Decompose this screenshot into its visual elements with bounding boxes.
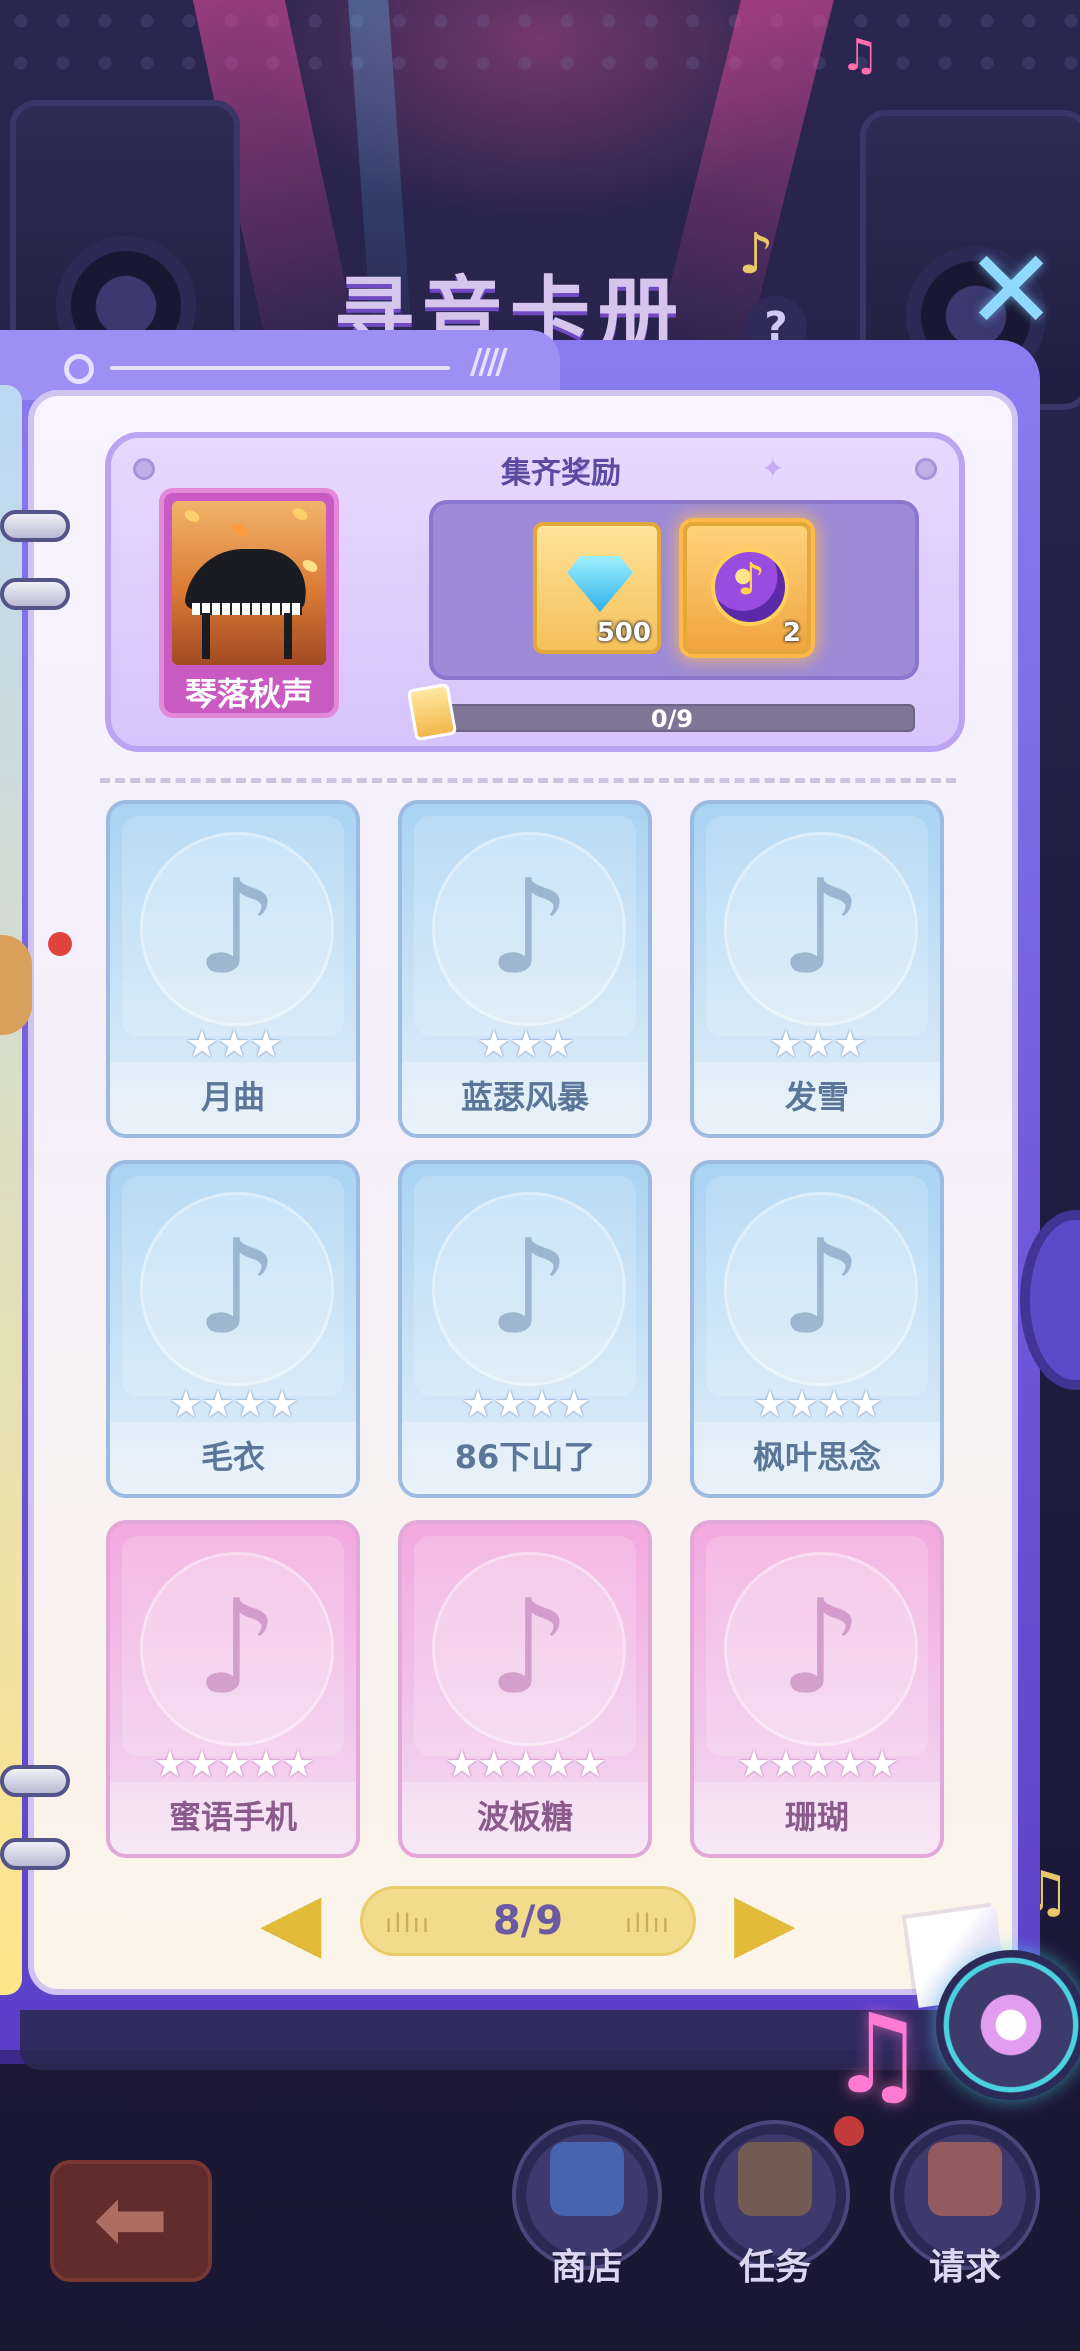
background-lights: [0, 0, 1080, 90]
star-rating: ★★★★: [168, 1382, 299, 1426]
star-rating: ★★★★: [752, 1382, 883, 1426]
sparkle-icon: ✦: [761, 452, 785, 485]
reward-count: 500: [596, 618, 651, 648]
song-card[interactable]: ♪ ★★★★★ 珊瑚: [690, 1520, 944, 1858]
music-note-icon: ♪: [487, 1211, 571, 1363]
tab-slash-decoration: ////: [470, 342, 508, 382]
star-rating: ★★★★★: [444, 1742, 607, 1786]
close-icon[interactable]: ✕: [965, 235, 1057, 345]
progress-text: 0/9: [650, 705, 694, 733]
shop-button[interactable]: 商店: [512, 2120, 662, 2288]
star-rating: ★★★: [184, 1022, 283, 1066]
card-name: 发雪: [784, 1078, 849, 1116]
reward-count: 2: [782, 618, 801, 648]
piano-artwork: [172, 501, 326, 665]
star-rating: ★★★★★: [152, 1742, 315, 1786]
previous-page-button[interactable]: ◀: [260, 1882, 322, 1962]
tab-line-decoration: [110, 366, 450, 370]
diamond-icon: [567, 556, 633, 612]
notification-dot: [834, 2116, 864, 2146]
music-note-icon: ♪: [487, 1571, 571, 1723]
card-name: 86下山了: [454, 1438, 596, 1476]
card-exchange-icon: [928, 2142, 1002, 2216]
card-name: 蓝瑟风暴: [460, 1078, 589, 1116]
album-title: 寻音卡册: [334, 268, 686, 361]
song-card[interactable]: ♪ ★★★ 发雪: [690, 800, 944, 1138]
star-rating: ★★★: [768, 1022, 867, 1066]
previous-page-edge: [0, 385, 22, 1995]
card-name: 珊瑚: [784, 1798, 849, 1836]
book-magnifier-icon: [738, 2142, 812, 2216]
tab-circle-decoration: [64, 354, 94, 384]
music-note-icon: ♪: [195, 1211, 279, 1363]
binder-ring: [0, 1838, 70, 1870]
song-card[interactable]: ♪ ★★★★ 枫叶思念: [690, 1160, 944, 1498]
binder-ring: [0, 510, 70, 542]
progress-bar: 0/9: [429, 704, 915, 732]
sound-wave-icon: ıllıı: [624, 1909, 671, 1939]
music-note-icon: ♫: [840, 30, 880, 81]
song-card[interactable]: ♪ ★★★★★ 蜜语手机: [106, 1520, 360, 1858]
music-note-icon: ♪: [779, 1211, 863, 1363]
back-button[interactable]: ⬅: [50, 2160, 212, 2282]
request-label: 请求: [928, 2247, 1001, 2288]
reward-title: 集齐奖励: [501, 456, 621, 491]
notification-dot: [48, 932, 72, 956]
music-note-icon: ♪: [779, 1571, 863, 1723]
music-note-icon: ♪: [487, 851, 571, 1003]
star-rating: ★★★★★: [736, 1742, 899, 1786]
reward-item-orb[interactable]: ♪ 2: [683, 522, 811, 654]
shop-label: 商店: [550, 2247, 623, 2288]
request-button[interactable]: 请求: [890, 2120, 1040, 2288]
music-note-icon: ♪: [738, 222, 774, 287]
song-card[interactable]: ♪ ★★★★ 毛衣: [106, 1160, 360, 1498]
binder-ring: [0, 578, 70, 610]
music-note-icon: ♪: [195, 1571, 279, 1723]
music-note-icon: ♪: [195, 851, 279, 1003]
song-cover-card[interactable]: 琴落秋声: [159, 488, 339, 718]
song-card[interactable]: ♪ ★★★★★ 波板糖: [398, 1520, 652, 1858]
star-rating: ★★★★: [460, 1382, 591, 1426]
tasks-button[interactable]: 任务: [700, 2120, 850, 2288]
corner-rivet: [915, 458, 937, 480]
reward-item-diamond[interactable]: 500: [533, 522, 661, 654]
music-note-icon: ♪: [779, 851, 863, 1003]
collection-progress: 0/9: [406, 682, 931, 742]
collection-reward-panel: 琴落秋声 ✦ 集齐奖励 ✦ 500 ♪ 2 0/9: [105, 432, 965, 752]
music-record-button[interactable]: [936, 1950, 1080, 2100]
card-name: 蜜语手机: [168, 1798, 297, 1836]
dashed-divider: [100, 778, 956, 783]
mailbox-icon: [550, 2142, 624, 2216]
page-indicator: ıllıı 8/9 ıllıı: [360, 1886, 696, 1956]
song-card[interactable]: ♪ ★★★ 月曲: [106, 800, 360, 1138]
song-title: 琴落秋声: [184, 675, 313, 713]
star-rating: ★★★: [476, 1022, 575, 1066]
character-avatar[interactable]: [0, 935, 32, 1035]
card-name: 波板糖: [476, 1798, 573, 1836]
music-note-icon: ♫: [828, 1990, 927, 2118]
song-card[interactable]: ♪ ★★★ 蓝瑟风暴: [398, 800, 652, 1138]
corner-rivet: [133, 458, 155, 480]
music-note-icon: ♪: [737, 554, 766, 605]
card-stack-icon: [406, 682, 458, 742]
next-page-button[interactable]: ▶: [734, 1882, 796, 1962]
tasks-label: 任务: [738, 2247, 811, 2288]
card-name: 月曲: [200, 1078, 265, 1116]
binder-ring: [0, 1765, 70, 1797]
song-card[interactable]: ♪ ★★★★ 86下山了: [398, 1160, 652, 1498]
reward-list: 500 ♪ 2: [429, 500, 919, 680]
card-name: 枫叶思念: [752, 1438, 881, 1476]
card-name: 毛衣: [200, 1438, 265, 1476]
